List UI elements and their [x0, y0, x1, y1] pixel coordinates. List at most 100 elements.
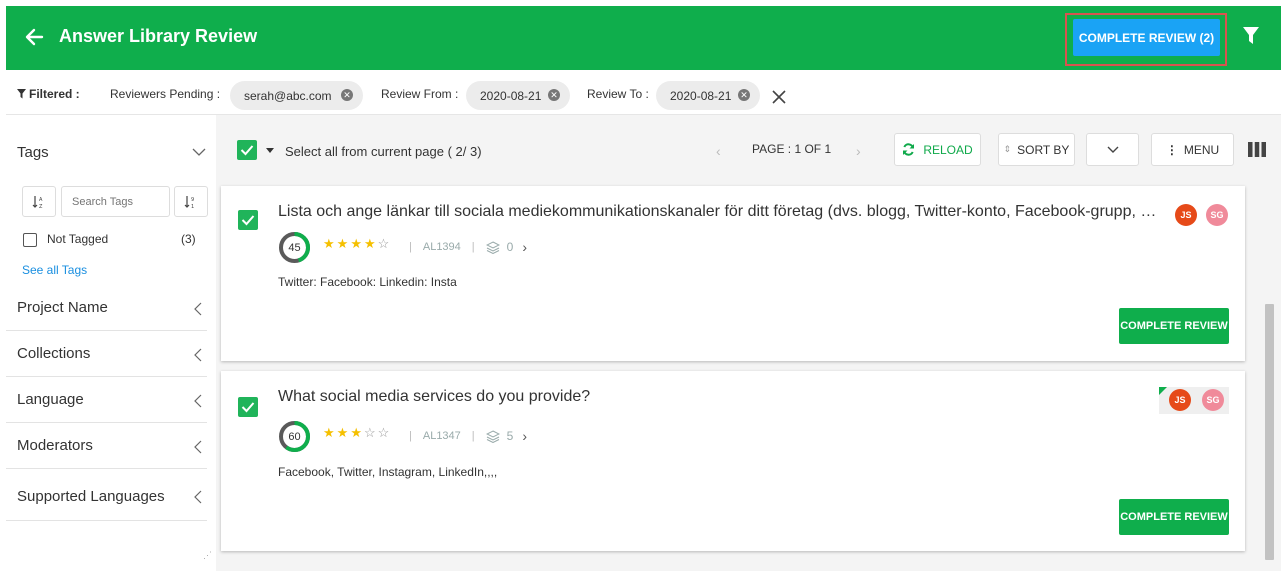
versions-count: 0	[506, 240, 514, 254]
app-frame: Answer Library Review COMPLETE REVIEW (2…	[6, 6, 1281, 571]
remove-chip-icon[interactable]: ✕	[738, 89, 750, 101]
chevron-right-icon: ›	[522, 428, 528, 444]
review-to-value: 2020-08-21	[670, 88, 732, 103]
caret-down-icon[interactable]	[266, 148, 274, 153]
meta-divider: |	[409, 430, 412, 442]
sidebar-section-language[interactable]: Language	[6, 377, 207, 423]
versions-link[interactable]: 5 ›	[485, 428, 528, 444]
meta-divider: |	[409, 241, 412, 253]
section-label: Collections	[17, 345, 91, 362]
search-tags-input[interactable]	[61, 186, 170, 217]
select-all-checkbox[interactable]	[237, 140, 257, 160]
review-to-label: Review To :	[587, 87, 649, 101]
review-to-chip[interactable]: 2020-08-21 ✕	[656, 81, 760, 110]
versions-link[interactable]: 0 ›	[485, 239, 528, 255]
refresh-icon	[903, 143, 915, 156]
reviewers-pending-chip[interactable]: serah@abc.com ✕	[230, 81, 363, 110]
complete-review-button[interactable]: COMPLETE REVIEW	[1119, 308, 1229, 344]
star-empty-icon: ☆	[363, 425, 378, 440]
back-arrow-icon[interactable]	[23, 26, 45, 48]
sort-by-button[interactable]: ⇕ SORT BY	[998, 133, 1075, 166]
avatar[interactable]: SG	[1202, 389, 1224, 411]
section-label: Project Name	[17, 299, 108, 316]
remove-chip-icon[interactable]: ✕	[341, 89, 353, 101]
check-icon	[241, 402, 255, 413]
sort-numeric-icon: 91	[184, 195, 194, 209]
list-toolbar: Select all from current page ( 2/ 3) ‹ P…	[216, 115, 1281, 185]
filter-icon[interactable]	[1243, 27, 1259, 45]
avatar[interactable]: SG	[1206, 204, 1228, 226]
question-card[interactable]: What social media services do you provid…	[221, 371, 1245, 551]
kebab-icon: ⋮	[1165, 142, 1178, 157]
sidebar-section-project-name[interactable]: Project Name	[6, 285, 207, 331]
star-rating: ★★★☆☆	[323, 425, 391, 441]
next-page-icon[interactable]: ›	[856, 143, 861, 159]
page-title: Answer Library Review	[59, 26, 258, 46]
sort-az-button[interactable]: AZ	[22, 186, 56, 217]
svg-text:Z: Z	[39, 204, 43, 209]
chevron-down-icon	[1107, 146, 1118, 153]
layers-icon	[485, 240, 500, 254]
columns-icon[interactable]	[1248, 142, 1266, 157]
complete-review-button[interactable]: COMPLETE REVIEW	[1119, 499, 1229, 535]
svg-text:9: 9	[191, 197, 194, 203]
star-filled-icon: ★	[350, 425, 364, 440]
check-icon	[240, 145, 254, 156]
app-header: Answer Library Review COMPLETE REVIEW (2…	[6, 6, 1281, 70]
card-checkbox[interactable]	[238, 397, 258, 417]
chevron-right-icon: ›	[522, 239, 528, 255]
question-text[interactable]: What social media services do you provid…	[278, 388, 1163, 406]
filter-bar: Filtered : Reviewers Pending : serah@abc…	[6, 70, 1281, 115]
clear-filters-icon[interactable]	[771, 89, 787, 105]
avatar[interactable]: JS	[1169, 389, 1191, 411]
tags-heading[interactable]: Tags	[17, 144, 49, 161]
star-filled-icon: ★	[363, 236, 378, 251]
section-label: Moderators	[17, 437, 93, 454]
review-from-chip[interactable]: 2020-08-21 ✕	[466, 81, 570, 110]
answer-text: Facebook, Twitter, Instagram, LinkedIn,,…	[278, 465, 498, 479]
layers-icon	[485, 429, 500, 443]
section-label: Language	[17, 391, 84, 408]
avatar[interactable]: JS	[1175, 204, 1197, 226]
reviewer-avatars: JS SG	[1159, 387, 1229, 414]
sidebar-section-moderators[interactable]: Moderators	[6, 423, 207, 469]
not-tagged-count: (3)	[181, 232, 196, 246]
reviewer-avatars: JS SG	[1169, 202, 1239, 229]
menu-button[interactable]: ⋮ MENU	[1151, 133, 1234, 166]
chevron-left-icon	[194, 394, 202, 408]
select-all-text: Select all from current page	[285, 144, 444, 159]
complete-review-button[interactable]: COMPLETE REVIEW (2)	[1073, 19, 1220, 56]
star-empty-icon: ☆	[377, 236, 392, 251]
scrollbar-thumb[interactable]	[1265, 304, 1274, 560]
question-text[interactable]: Lista och ange länkar till sociala medie…	[278, 203, 1163, 221]
reviewers-pending-label: Reviewers Pending :	[110, 87, 221, 101]
remove-chip-icon[interactable]: ✕	[548, 89, 560, 101]
star-filled-icon: ★	[350, 236, 364, 251]
sidebar-section-supported-languages[interactable]: Supported Languages	[6, 469, 207, 521]
see-all-tags-link[interactable]: See all Tags	[22, 263, 87, 277]
prev-page-icon[interactable]: ‹	[716, 143, 721, 159]
sidebar-section-collections[interactable]: Collections	[6, 331, 207, 377]
card-meta: | AL1347 | 5 ›	[409, 428, 527, 444]
sort-count-button[interactable]: 91	[174, 186, 208, 217]
card-meta: | AL1394 | 0 ›	[409, 239, 527, 255]
card-checkbox[interactable]	[238, 210, 258, 230]
question-card[interactable]: Lista och ange länkar till sociala medie…	[221, 186, 1245, 361]
score-value: 45	[288, 241, 301, 254]
chevron-down-icon[interactable]	[192, 147, 206, 157]
versions-count: 5	[506, 429, 514, 443]
reload-button[interactable]: RELOAD	[894, 133, 981, 166]
corner-flag-icon	[1159, 387, 1167, 395]
select-all-label[interactable]: Select all from current page ( 2/ 3)	[285, 144, 482, 159]
chevron-left-icon	[194, 490, 202, 504]
score-value: 60	[288, 430, 301, 443]
not-tagged-checkbox[interactable]	[23, 233, 37, 247]
resize-grip-icon[interactable]: ⋰	[203, 550, 212, 561]
chevron-left-icon	[194, 440, 202, 454]
filter-small-icon	[17, 89, 26, 99]
chevron-left-icon	[194, 348, 202, 362]
meta-divider: |	[471, 430, 475, 442]
sort-direction-dropdown[interactable]	[1086, 133, 1139, 166]
star-filled-icon: ★	[323, 425, 337, 440]
sort-arrows-icon: ⇕	[1003, 144, 1012, 154]
